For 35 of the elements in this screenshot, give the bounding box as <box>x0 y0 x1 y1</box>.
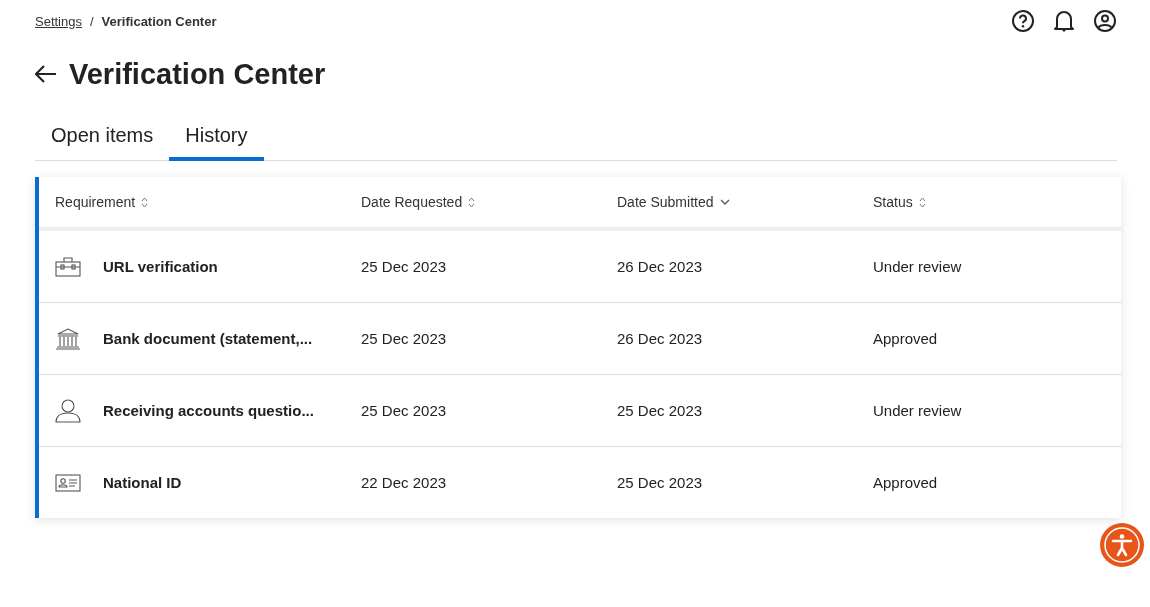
person-icon <box>55 398 81 423</box>
page-title: Verification Center <box>69 57 326 91</box>
notification-bell-icon[interactable] <box>1053 9 1075 33</box>
table-cell-text: 22 Dec 2023 <box>361 474 448 491</box>
tab[interactable]: Open items <box>35 118 170 161</box>
account-icon[interactable] <box>1093 9 1117 33</box>
breadcrumb-separator: / <box>90 13 94 29</box>
id-card-icon <box>55 473 81 492</box>
requirement-name: Bank document (statement,... <box>103 330 313 347</box>
breadcrumb-current: Verification Center <box>101 13 217 29</box>
toolbox-icon <box>55 256 81 277</box>
table-cell-text: 25 Dec 2023 <box>361 258 448 275</box>
table-cell-text: 26 Dec 2023 <box>617 330 704 347</box>
status-text: Under review <box>873 258 963 275</box>
requirement-name: National ID <box>103 474 182 491</box>
status-text: Under review <box>873 402 963 419</box>
requirement-name: URL verification <box>103 258 218 275</box>
table-cell-text: 25 Dec 2023 <box>361 402 448 419</box>
table-cell-text: 25 Dec 2023 <box>361 330 448 347</box>
table-cell-text: 25 Dec 2023 <box>617 474 704 491</box>
back-arrow-icon[interactable] <box>35 65 57 83</box>
column-header[interactable]: Requirement <box>55 194 361 210</box>
help-icon[interactable] <box>1011 9 1035 33</box>
requirement-name: Receiving accounts questio... <box>103 402 314 419</box>
tab[interactable]: History <box>169 118 264 161</box>
breadcrumb-link[interactable]: Settings <box>35 13 82 29</box>
bank-icon <box>55 327 81 350</box>
table-cell-text: 25 Dec 2023 <box>617 402 704 419</box>
accessibility-button[interactable] <box>1100 523 1144 567</box>
column-header[interactable]: Date Submitted <box>617 194 873 210</box>
column-header[interactable]: Status <box>873 194 1121 210</box>
table-cell-text: 26 Dec 2023 <box>617 258 704 275</box>
status-text: Approved <box>873 474 939 491</box>
column-header[interactable]: Date Requested <box>361 194 617 210</box>
status-text: Approved <box>873 330 939 347</box>
